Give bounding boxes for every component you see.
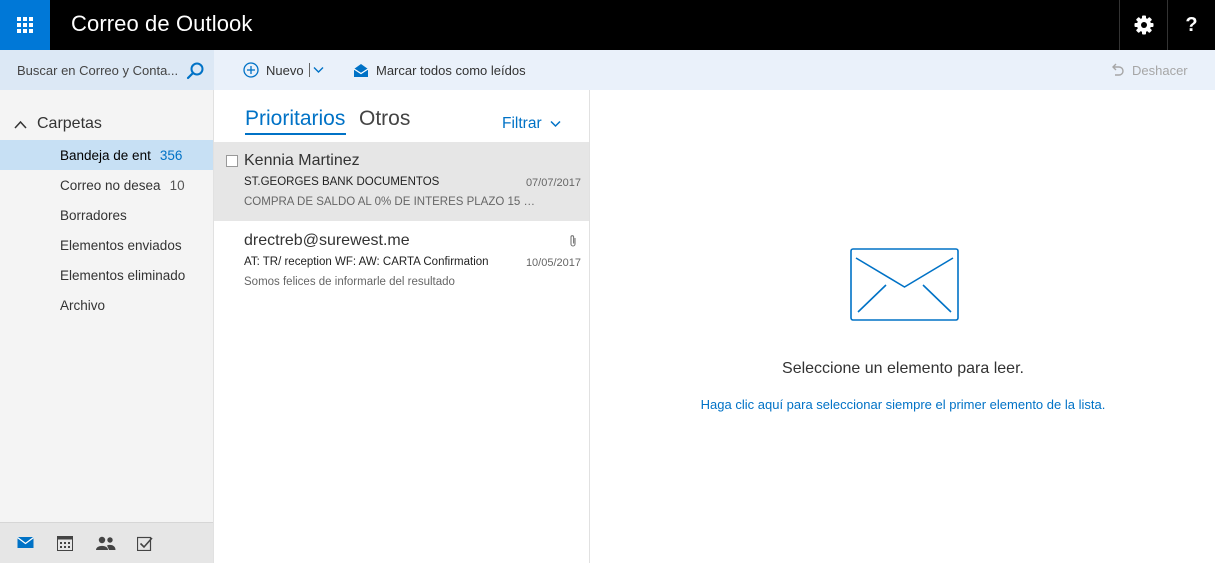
search-input[interactable]: Buscar en Correo y Conta...	[17, 63, 187, 78]
app-title: Correo de Outlook	[71, 11, 253, 36]
sidebar-item-junk[interactable]: Correo no desea 10	[0, 170, 213, 200]
unread-count: 356	[159, 147, 183, 163]
message-subject: ST.GEORGES BANK DOCUMENTOS	[244, 176, 440, 188]
tasks-icon[interactable]	[137, 536, 153, 551]
tab-selected-indicator	[245, 133, 346, 135]
tab-focused[interactable]: Prioritarios	[245, 107, 345, 131]
help-button[interactable]: ?	[1167, 0, 1215, 50]
gear-icon	[1134, 15, 1153, 35]
message-date: 07/07/2017	[525, 177, 581, 189]
plus-circle-icon	[243, 62, 259, 78]
folders-header[interactable]: Carpetas	[14, 115, 102, 133]
settings-button[interactable]	[1119, 0, 1167, 50]
chevron-down-icon	[550, 120, 561, 128]
people-icon[interactable]	[95, 536, 116, 550]
mail-icon[interactable]	[17, 536, 34, 549]
reading-pane: Seleccione un elemento para leer. Haga c…	[591, 90, 1215, 563]
unread-count: 10	[169, 177, 185, 193]
undo-label: Deshacer	[1132, 62, 1188, 78]
list-item[interactable]: drectreb@surewest.me AT: TR/ reception W…	[214, 222, 589, 301]
sidebar-item-label: Elementos enviados	[60, 237, 182, 253]
envelope-icon	[850, 248, 959, 321]
sidebar-item-drafts[interactable]: Borradores	[0, 200, 213, 230]
message-date: 10/05/2017	[525, 257, 581, 269]
sidebar-item-label: Borradores	[60, 207, 127, 223]
tab-other[interactable]: Otros	[359, 107, 410, 131]
open-envelope-icon	[353, 63, 369, 77]
mark-all-read-label: Marcar todos como leídos	[376, 62, 526, 78]
app-launcher-icon	[17, 17, 33, 33]
message-list: Prioritarios Otros Filtrar Kennia Martin…	[214, 90, 590, 563]
search-icon[interactable]	[186, 62, 204, 80]
mark-all-read-button[interactable]: Marcar todos como leídos	[353, 50, 526, 90]
help-icon: ?	[1185, 13, 1198, 36]
folder-pane: Carpetas Bandeja de ent 356 Correo no de…	[0, 90, 214, 563]
sidebar-item-deleted[interactable]: Elementos eliminado	[0, 260, 213, 290]
undo-icon	[1112, 63, 1124, 76]
split-divider	[308, 63, 310, 77]
sidebar-item-label: Correo no desea	[60, 177, 161, 193]
sidebar-item-label: Archivo	[60, 297, 106, 313]
sidebar-item-label: Elementos eliminado	[60, 267, 186, 283]
message-preview: COMPRA DE SALDO AL 0% DE INTERÉS PLAZO 1…	[244, 196, 544, 208]
chevron-down-icon[interactable]	[313, 66, 324, 74]
new-button-label: Nuevo	[266, 62, 304, 78]
new-button[interactable]: Nuevo	[243, 50, 331, 90]
sidebar-item-archive[interactable]: Archivo	[0, 290, 213, 320]
message-subject: AT: TR/ reception WF: AW: CARTA Confirma…	[244, 256, 489, 268]
sidebar-item-sent[interactable]: Elementos enviados	[0, 230, 213, 260]
app-launcher-button[interactable]	[0, 0, 50, 50]
message-sender: Kennia Martinez	[244, 152, 360, 169]
top-bar: Correo de Outlook ?	[0, 0, 1215, 50]
paperclip-icon	[570, 235, 576, 247]
always-select-first-link[interactable]: Haga clic aquí para seleccionar siempre …	[591, 397, 1215, 412]
filter-dropdown[interactable]: Filtrar	[502, 115, 561, 133]
filter-label: Filtrar	[502, 115, 542, 132]
message-checkbox[interactable]	[226, 155, 238, 167]
message-sender: drectreb@surewest.me	[244, 232, 410, 249]
sidebar-item-label: Bandeja de ent	[60, 147, 151, 163]
undo-button[interactable]: Deshacer	[1110, 50, 1188, 90]
folders-header-label: Carpetas	[37, 115, 102, 132]
message-preview: Somos felices de informarle del resultad…	[244, 276, 455, 288]
search-box[interactable]: Buscar en Correo y Conta...	[0, 50, 214, 90]
calendar-icon[interactable]	[57, 536, 73, 551]
list-item[interactable]: Kennia Martinez ST.GEORGES BANK DOCUMENT…	[214, 142, 589, 221]
sidebar-item-inbox[interactable]: Bandeja de ent 356	[0, 140, 213, 170]
app-switcher	[0, 522, 213, 563]
empty-state-title: Seleccione un elemento para leer.	[782, 360, 1024, 377]
chevron-up-icon	[14, 120, 27, 129]
